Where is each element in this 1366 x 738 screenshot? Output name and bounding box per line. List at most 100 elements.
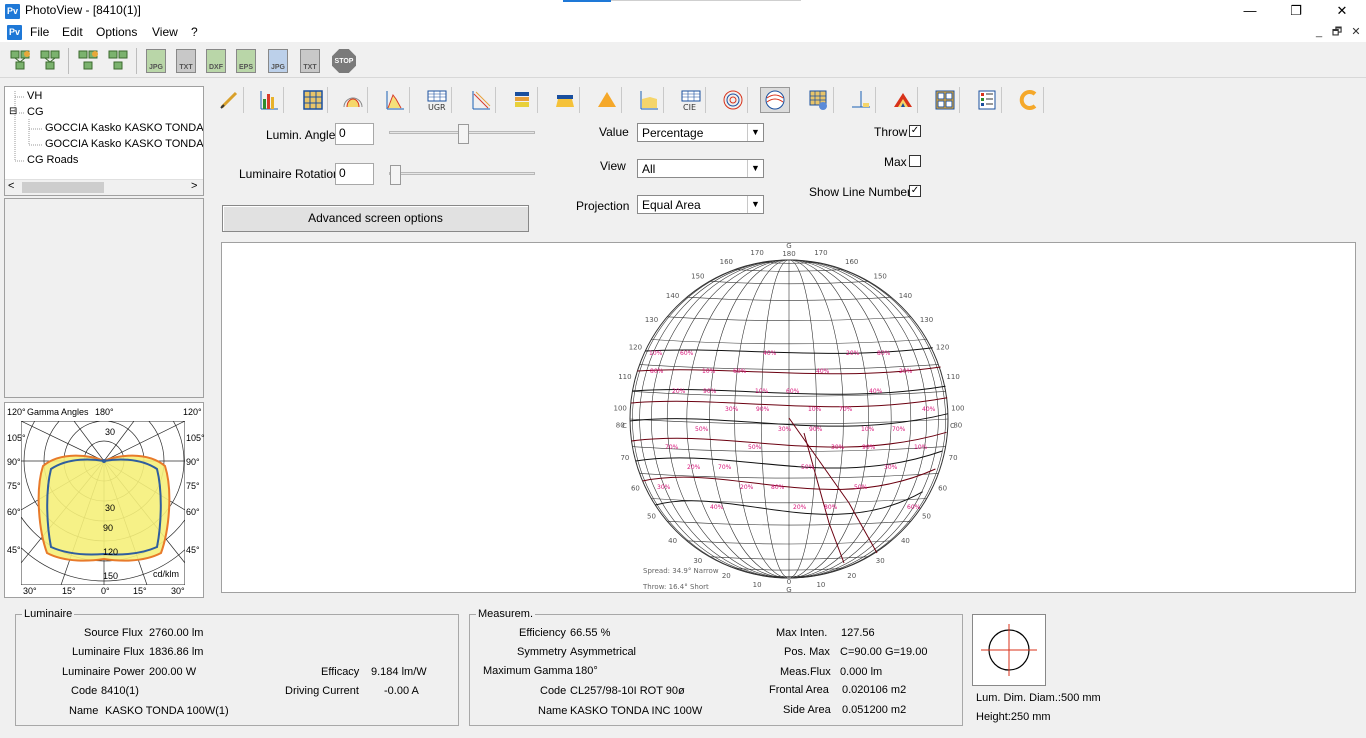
network-upload-button[interactable]: [74, 47, 102, 75]
view-road-button[interactable]: [888, 87, 918, 113]
view-ugr-button[interactable]: UGR: [422, 87, 452, 113]
export-txt-doc-button[interactable]: TXT: [296, 47, 324, 75]
menu-help[interactable]: ?: [191, 25, 198, 39]
view-table-button[interactable]: [298, 87, 328, 113]
export-dxf-button[interactable]: DXF: [202, 47, 230, 75]
layout-icon: [935, 90, 954, 110]
polar-diagram-svg: [21, 421, 185, 585]
info-panel: [4, 198, 204, 398]
export-eps-button[interactable]: EPS: [232, 47, 260, 75]
globe-angle-label: 30: [693, 557, 702, 565]
view-globe-button[interactable]: [760, 87, 790, 113]
polar-label-top-right: 120°: [183, 407, 202, 417]
max-checkbox[interactable]: [909, 155, 921, 167]
view-flux-button[interactable]: [508, 87, 538, 113]
view-cie-button[interactable]: CIE: [676, 87, 706, 113]
lumin-angle-input[interactable]: 0: [335, 123, 374, 145]
axes-icon: [851, 91, 870, 108]
view-polar-button[interactable]: [338, 87, 368, 113]
show-line-numbers-checkbox[interactable]: ✓: [909, 185, 921, 197]
export-jpg-doc-button[interactable]: JPG: [264, 47, 292, 75]
view-histogram-button[interactable]: [254, 87, 284, 113]
view-cone-button[interactable]: [592, 87, 622, 113]
throw-checkbox[interactable]: ✓: [909, 125, 921, 137]
menu-file[interactable]: File: [30, 25, 49, 39]
tree-collapse-icon[interactable]: ⊟: [9, 106, 17, 117]
polar-curve-icon: [343, 97, 362, 108]
view-isoline-button[interactable]: [466, 87, 496, 113]
network-download-button[interactable]: [104, 47, 132, 75]
menu-options[interactable]: Options: [96, 25, 137, 39]
view-edit-button[interactable]: [214, 87, 244, 113]
luminaire-rotation-track[interactable]: [389, 172, 535, 175]
road-icon: [893, 93, 912, 107]
iso-percent-label: 70%: [892, 426, 906, 433]
globe-angle-label: 80: [616, 422, 625, 430]
view-select[interactable]: All ▼: [637, 159, 764, 178]
polar-left-105: 105°: [7, 433, 26, 443]
export-txt-button[interactable]: TXT: [172, 47, 200, 75]
minimize-button[interactable]: —: [1227, 0, 1273, 22]
save-network-button[interactable]: [36, 47, 64, 75]
measurement-group: Measurem. Efficiency 66.55 % Symmetry As…: [469, 608, 963, 726]
tree-node-luminaire-1[interactable]: GOCCIA Kasko KASKO TONDA 10: [45, 122, 203, 134]
view-layout-button[interactable]: [930, 87, 960, 113]
tree-node-cg[interactable]: CG: [27, 106, 44, 118]
open-network-button[interactable]: [6, 47, 34, 75]
export-jpg-button[interactable]: JPG: [142, 47, 170, 75]
globe-angle-label: 10: [816, 581, 825, 589]
iso-percent-label: 80%: [877, 350, 891, 357]
luminaire-tree: VH ⊟ CG GOCCIA Kasko KASKO TONDA 10 GOCC…: [4, 86, 204, 196]
lum-dim-height: Height:250 mm: [976, 711, 1051, 723]
tree-node-luminaire-2[interactable]: GOCCIA Kasko KASKO TONDA 10: [45, 138, 203, 150]
iso-percent-label: 50%: [695, 426, 709, 433]
projection-select[interactable]: Equal Area ▼: [637, 195, 764, 214]
close-button[interactable]: ✕: [1319, 0, 1365, 22]
view-luminaire-button[interactable]: [550, 87, 580, 113]
view-toolbar: UGR CIE: [210, 86, 1366, 114]
mdi-restore-button[interactable]: 🗗: [1330, 26, 1344, 39]
scroll-thumb[interactable]: [22, 182, 104, 193]
menu-edit[interactable]: Edit: [62, 25, 83, 39]
projection-select-text: Equal Area: [642, 198, 701, 212]
view-grid-table-button[interactable]: [804, 87, 834, 113]
document-icon[interactable]: Pv: [7, 25, 22, 40]
globe-diagram-svg: 10% 10% 10% 10% 10% 10% 20% 20% 20% 20% 20% 20% 30% 3…: [614, 242, 965, 594]
advanced-screen-options-button[interactable]: Advanced screen options: [222, 205, 529, 232]
polar-right-45: 45°: [186, 545, 200, 555]
lumin-angle-slider-thumb[interactable]: [458, 124, 469, 144]
mdi-minimize-button[interactable]: _: [1312, 26, 1326, 39]
view-report-button[interactable]: [972, 87, 1002, 113]
view-isocandela-button[interactable]: [718, 87, 748, 113]
iso-percent-label: 60%: [907, 504, 921, 511]
area-chart-icon: [640, 91, 658, 110]
scroll-left-icon[interactable]: <: [8, 180, 14, 192]
measurem-name-value: KASKO TONDA INC 100W: [570, 705, 703, 717]
polar-right-75: 75°: [186, 481, 200, 491]
tree-horizontal-scrollbar[interactable]: < >: [5, 179, 203, 195]
iso-percent-label: 30%: [725, 406, 739, 413]
view-axes-button[interactable]: [846, 87, 876, 113]
globe-angle-label: 20: [722, 572, 731, 580]
view-color-button[interactable]: [1014, 87, 1044, 113]
iso-percent-label: 40%: [816, 368, 830, 375]
iso-percent-label: 40%: [763, 350, 777, 357]
globe-angle-label: 80: [953, 422, 962, 430]
tree-node-cg-roads[interactable]: CG Roads: [27, 154, 78, 166]
mdi-close-button[interactable]: ✕: [1349, 26, 1363, 39]
view-cartesian-button[interactable]: [380, 87, 410, 113]
menu-view[interactable]: View: [152, 25, 178, 39]
scroll-right-icon[interactable]: >: [191, 180, 197, 192]
iso-percent-label: 90%: [809, 426, 823, 433]
maximize-button[interactable]: ❐: [1273, 0, 1319, 22]
tree-node-vh[interactable]: VH: [27, 90, 42, 102]
stop-button[interactable]: STOP: [330, 47, 358, 75]
luminaire-rotation-input[interactable]: 0: [335, 163, 374, 185]
spread-text: Spread: 34.9° Narrow: [643, 567, 719, 575]
view-area-button[interactable]: [634, 87, 664, 113]
luminaire-rotation-slider-thumb[interactable]: [390, 165, 401, 185]
value-select[interactable]: Percentage ▼: [637, 123, 764, 142]
globe-angle-label: 170: [814, 249, 827, 257]
globe-angle-label: 160: [720, 258, 733, 266]
toolbar-separator: [136, 48, 137, 74]
